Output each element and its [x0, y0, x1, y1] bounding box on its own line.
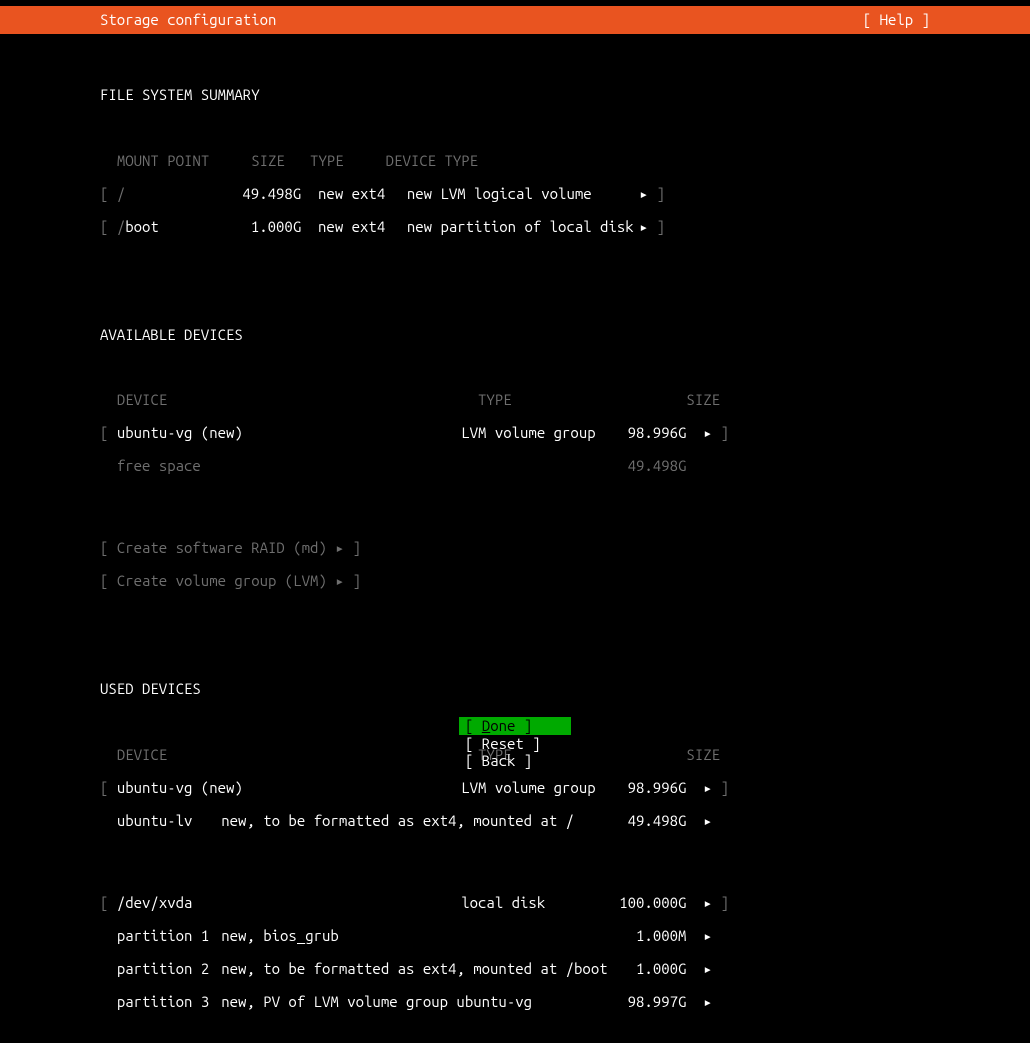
back-button[interactable]: [ Back ] — [459, 752, 571, 769]
expand-icon: ▸ — [703, 994, 712, 1011]
expand-icon: ▸ — [703, 928, 712, 945]
expand-icon: ▸ — [703, 813, 712, 830]
reset-button[interactable]: [ Reset ] — [459, 735, 571, 752]
used-row-partition-2[interactable]: partition 2 new, to be formatted as ext4… — [100, 961, 930, 978]
col-device-type: DEVICE TYPE — [386, 152, 478, 169]
main-content: FILE SYSTEM SUMMARY MOUNT POINT SIZE TYP… — [0, 34, 1030, 1043]
heading-used-devices: USED DEVICES — [100, 681, 930, 698]
heading-available-devices: AVAILABLE DEVICES — [100, 327, 930, 344]
expand-icon: ▸ — [703, 961, 712, 978]
col-type: TYPE — [478, 392, 606, 409]
help-button[interactable]: [ Help ] — [863, 12, 1022, 29]
fs-row-root[interactable]: [ /49.498G new ext4 new LVM logical volu… — [100, 186, 930, 203]
col-size: SIZE — [251, 152, 285, 169]
avail-header-row: DEVICE TYPE SIZE — [100, 392, 930, 409]
fs-header-row: MOUNT POINT SIZE TYPE DEVICE TYPE — [100, 153, 930, 170]
expand-icon: ▸ — [639, 186, 648, 203]
used-row-dev-xvda[interactable]: [ /dev/xvda local disk 100.000G ▸ ] — [100, 895, 930, 912]
title-bar: Storage configuration [ Help ] — [0, 6, 1030, 34]
fs-row-boot[interactable]: [ /boot1.000G new ext4 new partition of … — [100, 219, 930, 236]
used-row-partition-3[interactable]: partition 3 new, PV of LVM volume group … — [100, 994, 930, 1011]
col-type: TYPE — [310, 152, 344, 169]
create-raid-button[interactable]: [ Create software RAID (md) ▸ ] — [100, 540, 930, 557]
expand-icon: ▸ — [703, 425, 712, 442]
expand-icon: ▸ — [639, 219, 648, 236]
col-size: SIZE — [648, 392, 720, 409]
footer-buttons: [ Done ] [ Reset ] [ Back ] — [0, 717, 1030, 769]
heading-file-system-summary: FILE SYSTEM SUMMARY — [100, 87, 930, 104]
expand-icon: ▸ — [703, 780, 712, 797]
done-button[interactable]: [ Done ] — [459, 717, 571, 734]
col-device: DEVICE — [117, 392, 453, 409]
used-row-ubuntu-lv[interactable]: ubuntu-lv new, to be formatted as ext4, … — [100, 813, 930, 830]
avail-row-ubuntu-vg[interactable]: [ ubuntu-vg (new) LVM volume group 98.99… — [100, 425, 930, 442]
avail-row-free-space: free space 49.498G — [100, 458, 930, 475]
page-title: Storage configuration — [8, 12, 276, 29]
create-lvm-button[interactable]: [ Create volume group (LVM) ▸ ] — [100, 573, 930, 590]
expand-icon: ▸ — [703, 895, 712, 912]
used-row-ubuntu-vg[interactable]: [ ubuntu-vg (new) LVM volume group 98.99… — [100, 780, 930, 797]
col-mount-point: MOUNT POINT — [117, 152, 209, 169]
used-row-partition-1[interactable]: partition 1 new, bios_grub 1.000M ▸ — [100, 928, 930, 945]
